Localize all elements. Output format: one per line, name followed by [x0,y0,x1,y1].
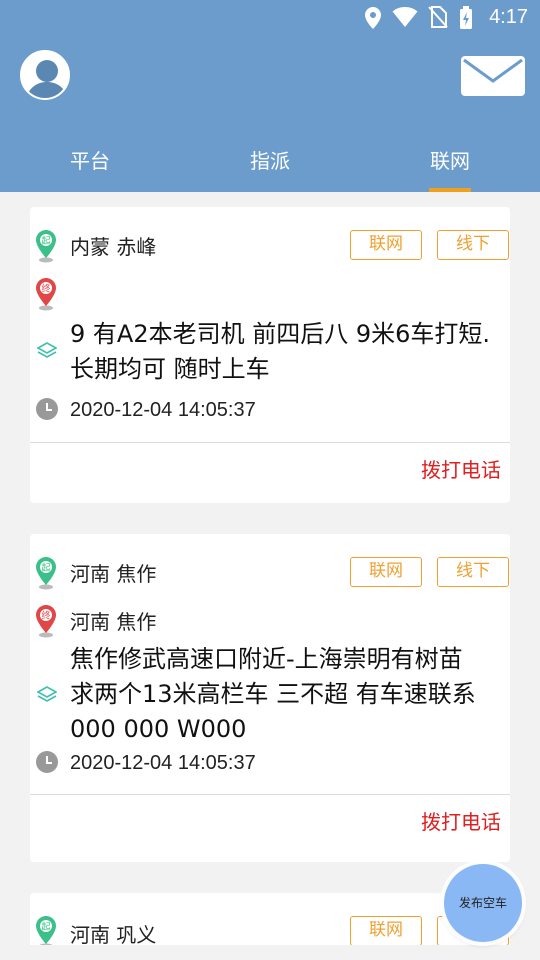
origin-text: 内蒙 赤峰 [70,235,157,259]
destination-row: 终 河南 焦作 [30,602,510,638]
location-icon [365,7,381,29]
tab-platform[interactable]: 平台 [0,132,180,192]
clock-icon [36,398,58,420]
status-bar: 4:17 [0,0,540,36]
offline-tag-button[interactable]: 线下 [437,557,509,587]
mail-icon[interactable] [461,56,525,96]
card-divider [30,794,510,795]
svg-text:起: 起 [41,922,50,933]
wifi-icon [392,7,418,27]
offline-tag-button[interactable]: 线下 [437,230,509,260]
listing-card[interactable]: 起 内蒙 赤峰 联网 线下 终 9 有A2本老司机 前四后八 9米6车打短.长期… [30,207,510,503]
network-tag-button[interactable]: 联网 [350,230,422,260]
svg-text:终: 终 [41,283,50,295]
origin-row: 起 内蒙 赤峰 联网 线下 [30,227,510,267]
origin-row: 起 河南 焦作 联网 线下 [30,554,510,594]
clock-icon [36,751,58,773]
user-avatar-icon [22,52,68,98]
svg-text:起: 起 [41,563,50,574]
time-row: 2020-12-04 14:05:37 [30,748,510,778]
network-tag-button[interactable]: 联网 [350,916,422,945]
tab-label: 联网 [430,149,470,173]
pin-end-icon: 终 [36,605,56,638]
listing-content: 焦作修武高速口附近-上海崇明有树苗 求两个13米高栏车 三不超 有车速联系 00… [70,645,476,743]
svg-text:终: 终 [41,610,50,622]
layers-icon [37,686,57,702]
tab-label: 指派 [250,149,290,173]
listing-content: 9 有A2本老司机 前四后八 9米6车打短.长期均可 随时上车 [70,320,491,383]
destination-row: 终 [30,275,510,311]
listing-list[interactable]: 起 内蒙 赤峰 联网 线下 终 9 有A2本老司机 前四后八 9米6车打短.长期… [0,192,540,945]
listing-time: 2020-12-04 14:05:37 [70,752,256,774]
network-tag-button[interactable]: 联网 [350,557,422,587]
tab-label: 平台 [70,149,110,173]
user-avatar[interactable] [20,50,70,100]
pin-start-icon: 起 [36,557,56,590]
call-button[interactable]: 拨打电话 [421,806,501,835]
no-sim-icon [428,6,448,28]
layers-icon [37,342,57,358]
listing-time: 2020-12-04 14:05:37 [70,399,256,421]
listing-card[interactable]: 起 河南 巩义 联网 [30,893,510,945]
pin-start-icon: 起 [36,916,56,945]
app-header: 4:17 平台 指派 联网 [0,0,540,192]
svg-text:起: 起 [41,236,50,247]
tab-network[interactable]: 联网 [360,132,540,192]
origin-text: 河南 巩义 [70,923,157,945]
tab-bar: 平台 指派 联网 [0,132,540,192]
listing-card[interactable]: 起 河南 焦作 联网 线下 终 河南 焦作 焦作修武高速口附近-上海崇明有树苗 … [30,534,510,862]
pin-end-icon: 终 [36,278,56,311]
clock-time: 4:17 [489,6,528,28]
card-divider [30,442,510,443]
cargo-row: 9 有A2本老司机 前四后八 9米6车打短.长期均可 随时上车 [30,317,510,389]
tab-assigned[interactable]: 指派 [180,132,360,192]
time-row: 2020-12-04 14:05:37 [30,395,510,425]
battery-charging-icon [460,6,472,29]
destination-text: 河南 焦作 [70,610,157,634]
pin-start-icon: 起 [36,230,56,263]
origin-text: 河南 焦作 [70,562,157,586]
origin-row: 起 河南 巩义 联网 [30,913,510,945]
call-button[interactable]: 拨打电话 [421,454,501,483]
cargo-row: 焦作修武高速口附近-上海崇明有树苗 求两个13米高栏车 三不超 有车速联系 00… [30,642,510,748]
post-empty-truck-button[interactable]: 发布空车 [444,864,522,942]
